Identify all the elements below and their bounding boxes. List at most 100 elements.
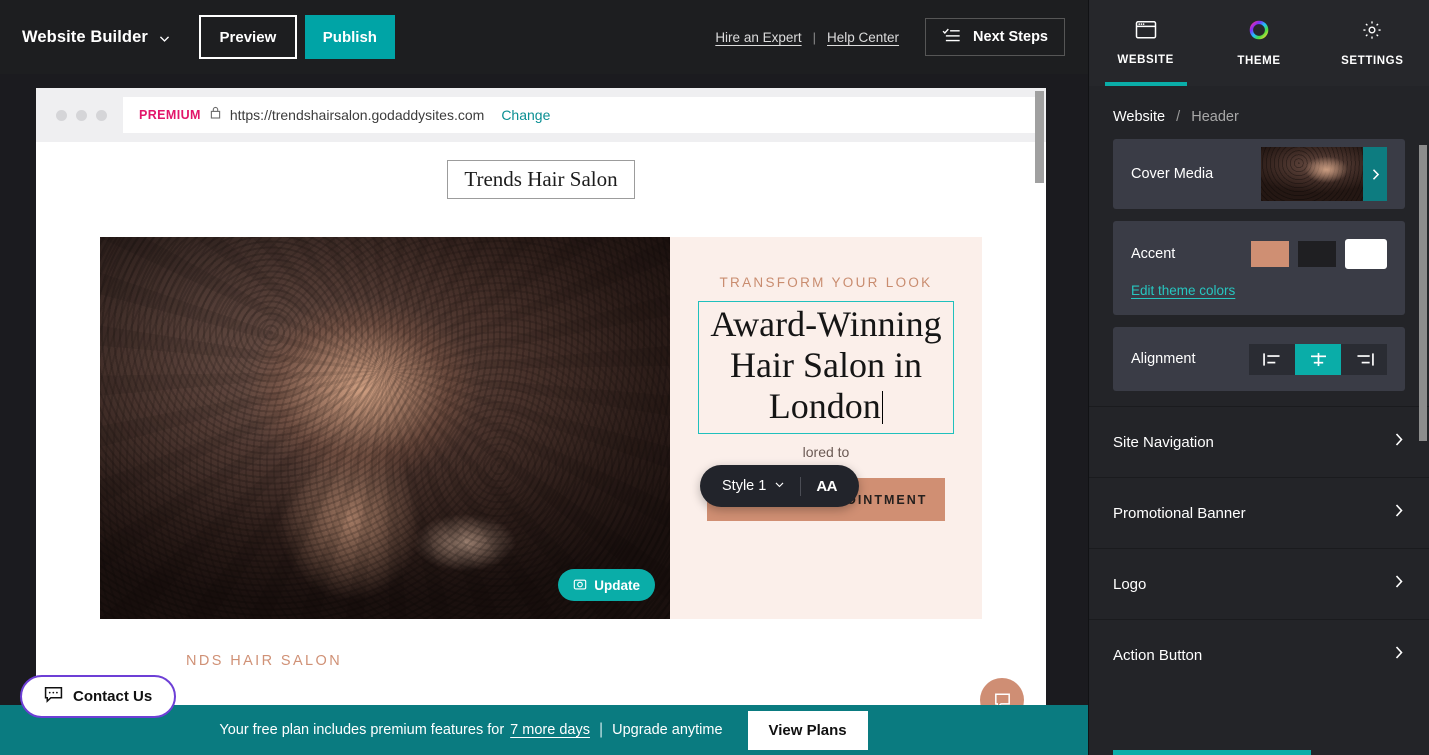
cover-media-card[interactable]: Cover Media xyxy=(1113,139,1405,209)
tab-theme-label: THEME xyxy=(1237,55,1281,67)
panel-scrollbar-thumb[interactable] xyxy=(1419,145,1427,441)
sidebar-item-site-navigation[interactable]: Site Navigation xyxy=(1089,406,1429,477)
website-builder-menu[interactable]: Website Builder xyxy=(22,28,171,47)
contact-us-widget[interactable]: Contact Us xyxy=(20,675,177,718)
color-wheel-icon xyxy=(1248,19,1270,46)
alignment-label: Alignment xyxy=(1131,351,1196,367)
next-steps-button[interactable]: Next Steps xyxy=(925,18,1065,56)
accent-swatch-white-selected[interactable] xyxy=(1345,238,1387,269)
chevron-right-icon[interactable] xyxy=(1363,147,1387,201)
contact-us-label: Contact Us xyxy=(73,688,153,705)
text-style-toolbar[interactable]: Style 1 AA xyxy=(700,465,860,507)
align-right-button[interactable] xyxy=(1341,343,1387,375)
browser-window-icon xyxy=(1135,20,1157,45)
gear-icon xyxy=(1361,19,1383,46)
sidebar-item-promotional-banner[interactable]: Promotional Banner xyxy=(1089,477,1429,548)
accent-swatch-salmon[interactable] xyxy=(1251,240,1289,267)
website-builder-label: Website Builder xyxy=(22,27,148,46)
lock-icon xyxy=(210,106,221,124)
font-size-button[interactable]: AA xyxy=(816,478,837,495)
tab-settings[interactable]: SETTINGS xyxy=(1316,0,1429,86)
chevron-right-icon xyxy=(1393,432,1405,452)
view-plans-button[interactable]: View Plans xyxy=(746,709,869,751)
site-header: Trends Hair Salon xyxy=(36,142,1046,216)
site-preview-frame: PREMIUM https://trendshairsalon.godaddys… xyxy=(36,88,1046,719)
promotional-banner-label: Promotional Banner xyxy=(1113,504,1246,522)
banner-separator: | xyxy=(598,721,604,738)
premium-badge: PREMIUM xyxy=(139,108,201,122)
hero-eyebrow[interactable]: TRANSFORM YOUR LOOK xyxy=(720,275,933,290)
accent-swatch-dark[interactable] xyxy=(1298,240,1336,267)
sidebar-item-action-button[interactable]: Action Button xyxy=(1089,619,1429,690)
next-steps-label: Next Steps xyxy=(973,29,1048,45)
cover-media-label: Cover Media xyxy=(1131,166,1214,182)
hero-text-block: TRANSFORM YOUR LOOK Award-Winning Hair S… xyxy=(670,237,982,619)
chevron-down-icon xyxy=(158,32,171,45)
change-url-link[interactable]: Change xyxy=(501,107,550,123)
edit-theme-colors-link[interactable]: Edit theme colors xyxy=(1131,283,1387,298)
tab-website-label: WEBSITE xyxy=(1117,54,1174,66)
tab-settings-label: SETTINGS xyxy=(1341,55,1404,67)
style-selector[interactable]: Style 1 xyxy=(722,478,785,494)
publish-button[interactable]: Publish xyxy=(304,15,395,59)
alignment-segmented-control xyxy=(1249,343,1387,375)
panel-bottom-highlight xyxy=(1113,750,1311,755)
window-dots xyxy=(56,109,107,121)
canvas-area: PREMIUM https://trendshairsalon.godaddys… xyxy=(0,74,1088,755)
chevron-down-icon xyxy=(774,478,785,494)
hero-headline-editor[interactable]: Award-Winning Hair Salon in London xyxy=(698,301,954,434)
breadcrumb: Website / Header xyxy=(1089,87,1429,139)
tab-theme[interactable]: THEME xyxy=(1202,0,1315,86)
preview-browser-bar: PREMIUM https://trendshairsalon.godaddys… xyxy=(36,88,1046,142)
sidebar-item-logo[interactable]: Logo xyxy=(1089,548,1429,619)
panel-scrollbar[interactable] xyxy=(1419,100,1427,740)
help-center-link[interactable]: Help Center xyxy=(827,30,899,45)
site-title[interactable]: Trends Hair Salon xyxy=(447,159,635,199)
panel-content: Website / Header Cover Media Accent Edit… xyxy=(1089,87,1429,755)
more-days-link[interactable]: 7 more days xyxy=(510,722,590,738)
below-hero-text: NDS HAIR SALON xyxy=(186,653,343,669)
window-dot xyxy=(96,109,107,121)
tab-website[interactable]: WEBSITE xyxy=(1089,0,1202,86)
chevron-right-icon xyxy=(1393,574,1405,594)
text-caret xyxy=(881,391,884,424)
checklist-icon xyxy=(942,28,961,47)
top-separator: | xyxy=(812,29,816,45)
canvas-scrollbar-thumb[interactable] xyxy=(1035,91,1044,183)
cover-media-thumbnail[interactable] xyxy=(1261,147,1387,201)
canvas-scrollbar[interactable] xyxy=(1035,88,1046,719)
breadcrumb-separator: / xyxy=(1176,109,1181,125)
action-button-label: Action Button xyxy=(1113,646,1203,664)
logo-label: Logo xyxy=(1113,575,1147,593)
hire-an-expert-link[interactable]: Hire an Expert xyxy=(715,30,801,45)
banner-text-after: Upgrade anytime xyxy=(612,722,723,738)
top-right-actions: Hire an Expert | Help Center Next Steps xyxy=(715,18,1088,56)
align-center-button[interactable] xyxy=(1295,343,1341,375)
align-left-button[interactable] xyxy=(1249,343,1295,375)
hero-subtext: lored to xyxy=(802,444,850,460)
breadcrumb-root[interactable]: Website xyxy=(1113,109,1165,125)
preview-button[interactable]: Preview xyxy=(198,15,297,59)
hero-image[interactable]: Update xyxy=(100,237,670,619)
alignment-card: Alignment xyxy=(1113,327,1405,391)
camera-icon xyxy=(573,577,587,594)
accent-row: Accent xyxy=(1131,238,1387,269)
right-panel: WEBSITE THEME SETTINGS Website / Header … xyxy=(1088,0,1429,755)
breadcrumb-current: Header xyxy=(1191,109,1239,125)
site-navigation-label: Site Navigation xyxy=(1113,433,1214,451)
hero-section: Update TRANSFORM YOUR LOOK Award-Winning… xyxy=(100,237,982,619)
toolbar-divider xyxy=(800,476,802,496)
rendered-site: Trends Hair Salon Update TRANSFORM YOUR … xyxy=(36,142,1046,719)
hero-headline-text: Award-Winning Hair Salon in London xyxy=(710,304,942,426)
window-dot xyxy=(56,109,67,121)
style-label: Style 1 xyxy=(722,478,767,494)
chat-box-icon xyxy=(44,686,63,707)
update-image-button[interactable]: Update xyxy=(558,569,655,601)
accent-card: Accent Edit theme colors xyxy=(1113,221,1405,315)
accent-label: Accent xyxy=(1131,245,1176,262)
update-label: Update xyxy=(594,577,640,593)
url-bar[interactable]: PREMIUM https://trendshairsalon.godaddys… xyxy=(123,97,1035,133)
top-toolbar: Website Builder Preview Publish Hire an … xyxy=(0,0,1088,74)
window-dot xyxy=(76,109,87,121)
accent-swatches xyxy=(1251,238,1387,269)
